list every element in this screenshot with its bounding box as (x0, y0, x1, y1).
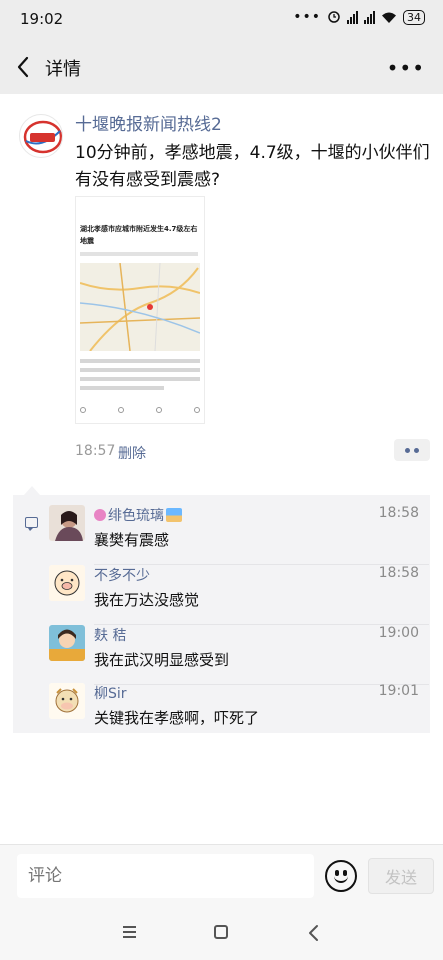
cartoon-cow-avatar[interactable] (49, 683, 85, 719)
hotline-logo-icon (23, 120, 62, 154)
hd-signal-icon (364, 10, 375, 24)
comment-time: 19:00 (378, 625, 419, 641)
comment-item[interactable]: 不多不少 18:58 我在万达没感觉 (49, 565, 429, 625)
comment-text: 襄樊有震感 (94, 531, 170, 549)
image-body-lines (80, 359, 200, 395)
nav-bar: 详情 ••• (0, 40, 443, 94)
system-nav-bar (0, 908, 443, 960)
comment-list: 绯色琉璃 18:58 襄樊有震感 不多不少 18:58 我在万达没感觉 麸 秸 … (13, 495, 430, 733)
post-time: 18:57 (75, 443, 116, 459)
beach-emoji-icon (166, 508, 182, 522)
delete-link[interactable]: 删除 (118, 443, 146, 463)
comment-time: 19:01 (378, 683, 419, 699)
comment-author[interactable]: 不多不少 (94, 565, 150, 585)
send-button[interactable]: 发送 (368, 858, 434, 894)
comment-icon (25, 517, 38, 531)
cartoon-girl-avatar[interactable] (49, 625, 85, 661)
more-icon[interactable]: ••• (387, 56, 425, 80)
menu-icon[interactable] (123, 926, 136, 938)
comment-input[interactable] (17, 854, 314, 898)
post-text: 10分钟前，孝感地震，4.7级，十堰的小伙伴们有没有感受到震感? (75, 143, 430, 190)
comment-text: 关键我在孝感啊，吓死了 (94, 709, 260, 727)
comment-time: 18:58 (378, 565, 419, 581)
status-icons: ••• 34 (293, 9, 425, 25)
image-subline (80, 252, 198, 256)
comment-text: 我在武汉明显感受到 (94, 651, 230, 669)
home-icon[interactable] (214, 925, 228, 939)
post-image[interactable]: 湖北孝感市应城市附近发生4.7级左右地震 (75, 196, 205, 424)
photo-avatar[interactable] (49, 505, 85, 541)
back-arrow-icon[interactable] (12, 52, 38, 82)
comment-pointer (24, 486, 40, 495)
comment-input-bar: 发送 (0, 844, 443, 908)
image-action-bar (80, 405, 200, 415)
comment-item[interactable]: 柳Sir 19:01 关键我在孝感啊，吓死了 (49, 683, 419, 743)
page-title: 详情 (45, 59, 81, 80)
comment-text: 我在万达没感觉 (94, 591, 200, 609)
cartoon-pig-avatar[interactable] (49, 565, 85, 601)
system-back-icon[interactable] (306, 924, 322, 942)
comment-item[interactable]: 绯色琉璃 18:58 襄樊有震感 (49, 505, 429, 565)
image-headline: 湖北孝感市应城市附近发生4.7级左右地震 (80, 225, 198, 245)
hd-signal-icon (347, 10, 358, 24)
poster-avatar[interactable] (19, 114, 63, 158)
comment-author[interactable]: 柳Sir (94, 683, 127, 703)
alarm-icon (328, 11, 340, 23)
status-time: 19:02 (20, 10, 64, 28)
earthquake-map (80, 263, 200, 351)
comment-item[interactable]: 麸 秸 19:00 我在武汉明显感受到 (49, 625, 429, 685)
wifi-icon (382, 12, 396, 23)
flower-emoji-icon (94, 509, 106, 521)
like-comment-button[interactable] (394, 439, 430, 461)
dots-icon: ••• (293, 9, 321, 25)
comment-time: 18:58 (378, 505, 419, 521)
comment-author[interactable]: 绯色琉璃 (94, 505, 182, 525)
comment-author[interactable]: 麸 秸 (94, 625, 126, 645)
poster-name[interactable]: 十堰晚报新闻热线2 (75, 110, 222, 135)
status-bar: 19:02 ••• 34 (0, 0, 443, 40)
battery-icon: 34 (403, 9, 425, 25)
emoji-icon[interactable] (325, 860, 357, 892)
